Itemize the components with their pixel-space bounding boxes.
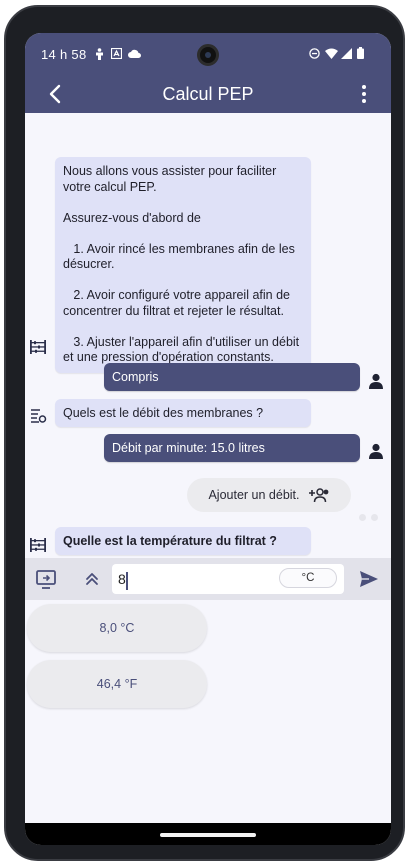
bot-message-intro: Nous allons vous assister pour faciliter… <box>55 157 311 373</box>
front-camera <box>197 44 219 66</box>
message-line: concentrer du filtrat et rejeter le résu… <box>63 303 284 318</box>
message-line: Nous allons vous assister pour faciliter <box>63 164 277 178</box>
app-notification-icon <box>111 48 122 59</box>
abacus-icon <box>30 538 46 552</box>
option-celsius-button[interactable]: 8,0 °C <box>27 604 207 652</box>
abacus-icon <box>30 340 46 354</box>
user-avatar-icon <box>369 373 383 389</box>
message-line: 2. Avoir configuré votre appareil afin d… <box>63 288 290 302</box>
send-icon[interactable] <box>358 568 380 590</box>
option-fahrenheit-button[interactable]: 46,4 °F <box>27 660 207 708</box>
do-not-disturb-icon <box>309 48 320 59</box>
message-line: 1. Avoir rincé les membranes afin de les <box>63 241 295 256</box>
page-title: Calcul PEP <box>162 84 254 104</box>
message-line: Assurez-vous d'abord de <box>63 210 201 225</box>
message-text: Débit par minute: 15.0 litres <box>112 441 265 455</box>
message-line: désucrer. <box>63 257 115 271</box>
user-message-flow-answer: Débit par minute: 15.0 litres <box>104 434 360 462</box>
message-line: 3. Ajuster l'appareil afin d'utiliser un… <box>63 334 300 349</box>
unit-selector[interactable]: °C <box>279 568 337 588</box>
message-text: Compris <box>112 370 159 384</box>
accessibility-icon <box>96 48 103 60</box>
list-settings-icon <box>31 409 47 423</box>
overflow-menu-icon[interactable] <box>359 83 369 105</box>
bot-message-temperature-question: Quelle est la température du filtrat ? <box>55 527 311 555</box>
signal-icon <box>341 48 352 59</box>
add-group-icon <box>308 488 328 503</box>
gesture-nav-handle[interactable] <box>160 833 256 837</box>
text-cursor <box>126 572 128 590</box>
status-time: 14 h 58 <box>41 47 87 62</box>
message-text: Quelle est la température du filtrat ? <box>63 534 277 548</box>
phone-frame: 14 h 58 Calcul PEP Nous allons vous assi… <box>4 5 405 861</box>
expand-up-icon[interactable] <box>81 568 103 590</box>
cloud-icon <box>128 49 141 58</box>
wifi-icon <box>325 48 338 59</box>
user-message-ack: Compris <box>104 363 360 391</box>
bot-message-flow-question: Quels est le débit des membranes ? <box>55 399 311 427</box>
screen-share-icon[interactable] <box>35 568 57 590</box>
add-flow-suggestion-button[interactable]: Ajouter un débit. <box>187 478 351 512</box>
message-line: votre calcul PEP. <box>63 179 157 194</box>
message-text: Quels est le débit des membranes ? <box>63 406 264 420</box>
screen: 14 h 58 Calcul PEP Nous allons vous assi… <box>25 33 391 845</box>
suggestion-label: Ajouter un débit. <box>208 488 300 502</box>
chat-area[interactable]: Nous allons vous assister pour faciliter… <box>25 113 391 558</box>
input-bar: °C <box>25 558 391 600</box>
typing-indicator <box>359 508 383 526</box>
app-bar: Calcul PEP <box>25 75 391 113</box>
user-avatar-icon <box>369 443 383 459</box>
status-bar: 14 h 58 <box>25 33 391 75</box>
battery-icon <box>357 47 364 59</box>
